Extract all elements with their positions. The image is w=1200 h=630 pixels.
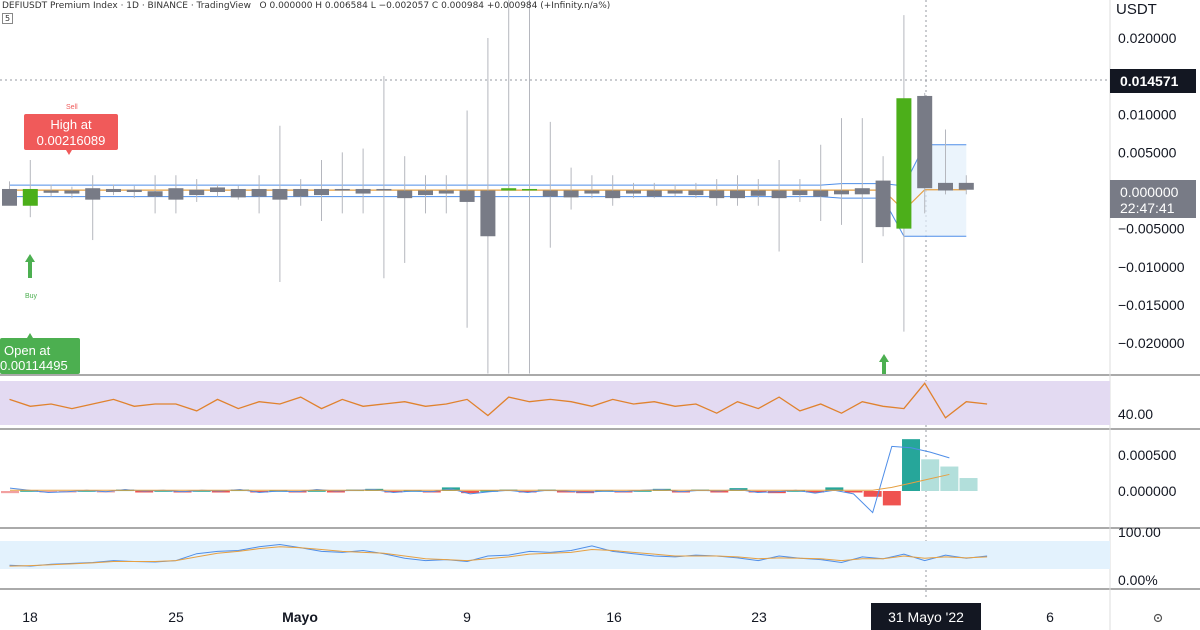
price-tick-label: 0.020000 bbox=[1118, 30, 1177, 46]
price-tick-label: −0.005000 bbox=[1118, 221, 1185, 237]
candle-down bbox=[750, 190, 766, 196]
stoch-band bbox=[0, 541, 1110, 569]
candle-down bbox=[126, 189, 142, 193]
price-axis-unit: USDT bbox=[1116, 1, 1157, 18]
macd-histogram-bar bbox=[940, 466, 959, 491]
candle-down bbox=[438, 190, 454, 194]
candle-up bbox=[896, 98, 912, 229]
candle-down bbox=[64, 190, 80, 194]
candle-up bbox=[501, 188, 517, 191]
macd-histogram-bar bbox=[882, 491, 901, 506]
time-tick-label: Mayo bbox=[282, 609, 318, 625]
candle-down bbox=[563, 190, 579, 198]
macd-tick-label: 0.000500 bbox=[1118, 447, 1177, 463]
candle-down bbox=[189, 189, 205, 196]
chart-canvas[interactable]: 0.000500 0.000000 100.00 0.00% 0.020000 0.0… bbox=[0, 0, 1200, 630]
candle-down bbox=[958, 182, 974, 190]
sell-signal-label: Sell bbox=[66, 104, 78, 111]
time-tick-label: 18 bbox=[22, 609, 38, 625]
candle-down bbox=[938, 182, 953, 191]
macd-histogram-bar bbox=[959, 478, 978, 491]
stoch-tick-label: 100.00 bbox=[1118, 524, 1161, 540]
candle-down bbox=[542, 190, 558, 197]
time-tick-label: 16 bbox=[606, 609, 622, 625]
candle-down bbox=[85, 188, 101, 200]
interval-badge[interactable]: 5 bbox=[2, 13, 14, 24]
price-tick-label: 0.010000 bbox=[1118, 106, 1177, 122]
candle-down bbox=[813, 190, 829, 197]
time-tick-label: 23 bbox=[751, 609, 767, 625]
candle-down bbox=[480, 190, 496, 237]
rsi-pane bbox=[0, 381, 1110, 425]
candle-down bbox=[854, 188, 870, 195]
candle-up bbox=[22, 188, 38, 206]
candle-down bbox=[626, 190, 641, 194]
price-tick-label: −0.015000 bbox=[1118, 297, 1185, 313]
candle-down bbox=[210, 187, 225, 193]
price-tick-label: −0.020000 bbox=[1118, 335, 1185, 351]
chart-title: DEFIUSDT Premium Index · 1D · BINANCE · … bbox=[2, 1, 251, 11]
candle-down bbox=[709, 190, 725, 199]
rsi-band bbox=[0, 381, 1110, 425]
candle-down bbox=[730, 190, 745, 199]
time-tick-label: 25 bbox=[168, 609, 184, 625]
high-label-value: 0.00216089 bbox=[37, 133, 106, 148]
candle-down bbox=[875, 180, 891, 228]
candle-down bbox=[251, 188, 267, 197]
candle-down bbox=[376, 188, 392, 191]
candle-down bbox=[834, 190, 849, 195]
open-label-value: 0.00114495 bbox=[0, 358, 68, 373]
candle-down bbox=[688, 190, 704, 196]
rsi-level-label: 40.00 bbox=[1118, 406, 1153, 422]
candle-down bbox=[771, 190, 787, 199]
macd-tick-label: 0.000000 bbox=[1118, 483, 1177, 499]
candle-down bbox=[355, 188, 371, 194]
high-label-title: High at bbox=[50, 117, 92, 132]
time-tick-label: 9 bbox=[463, 609, 471, 625]
candle-down bbox=[646, 190, 662, 197]
candle-down bbox=[605, 190, 621, 199]
candle-down bbox=[667, 190, 683, 194]
candle-down bbox=[584, 190, 600, 194]
time-tick-label: 6 bbox=[1046, 609, 1054, 625]
candle-down bbox=[293, 188, 309, 197]
candle-down bbox=[334, 188, 350, 191]
candle-down bbox=[792, 190, 808, 196]
candle-down bbox=[917, 95, 933, 189]
candle-down bbox=[418, 190, 433, 196]
open-label-title: Open at bbox=[4, 343, 51, 358]
last-price-value: 0.000000 bbox=[1120, 184, 1179, 200]
candle-down bbox=[397, 190, 413, 199]
price-tick-label: −0.010000 bbox=[1118, 259, 1185, 275]
candle-down bbox=[168, 188, 184, 200]
candle-down bbox=[230, 188, 246, 198]
candle-down bbox=[314, 188, 329, 196]
chart-header: DEFIUSDT Premium Index · 1D · BINANCE · … bbox=[2, 1, 610, 11]
chart-background bbox=[0, 0, 1200, 630]
macd-histogram-bar bbox=[921, 459, 940, 491]
ohlc-values: O 0.000000 H 0.006584 L −0.002057 C 0.00… bbox=[259, 1, 611, 11]
candle-down bbox=[106, 188, 121, 193]
candle-down bbox=[272, 188, 288, 200]
candle-down bbox=[147, 191, 163, 197]
high-price-value: 0.014571 bbox=[1120, 73, 1179, 89]
candle-up bbox=[522, 188, 537, 191]
candle-down bbox=[43, 190, 59, 193]
stoch-tick-label: 0.00% bbox=[1118, 572, 1158, 588]
macd-histogram-bar bbox=[1, 491, 19, 494]
countdown-timer: 22:47:41 bbox=[1120, 200, 1175, 216]
candle-down bbox=[2, 188, 17, 206]
candle-down bbox=[459, 190, 475, 202]
crosshair-date-label: 31 Mayo '22 bbox=[888, 609, 964, 625]
price-tick-label: 0.005000 bbox=[1118, 144, 1177, 160]
buy-signal-label: Buy bbox=[25, 293, 38, 300]
